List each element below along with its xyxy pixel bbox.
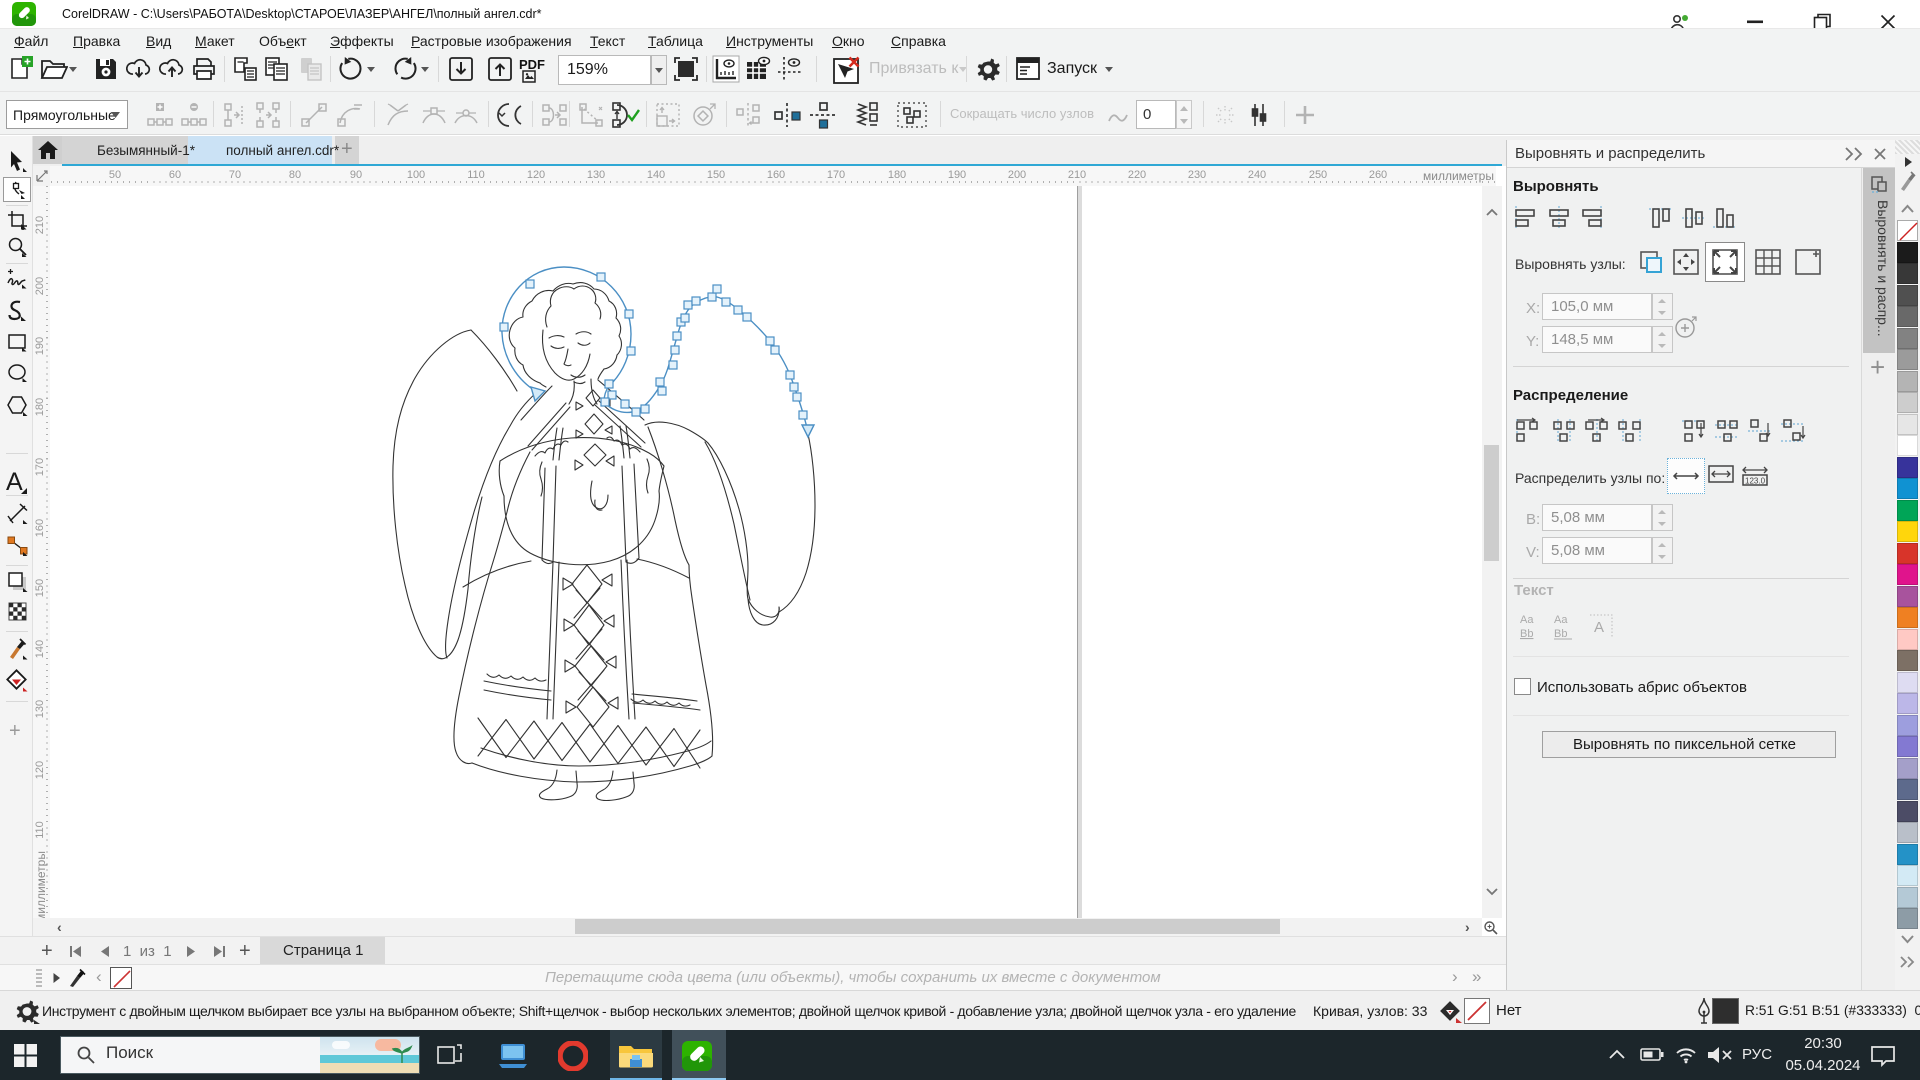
svg-text:Bb: Bb [1520,628,1533,640]
svg-text:Aa: Aa [1554,614,1568,626]
svg-text:123.0: 123.0 [1745,477,1766,486]
svg-text:A: A [1594,619,1604,636]
svg-text:Aa: Aa [1520,614,1534,626]
svg-text:Bb: Bb [1554,628,1567,640]
